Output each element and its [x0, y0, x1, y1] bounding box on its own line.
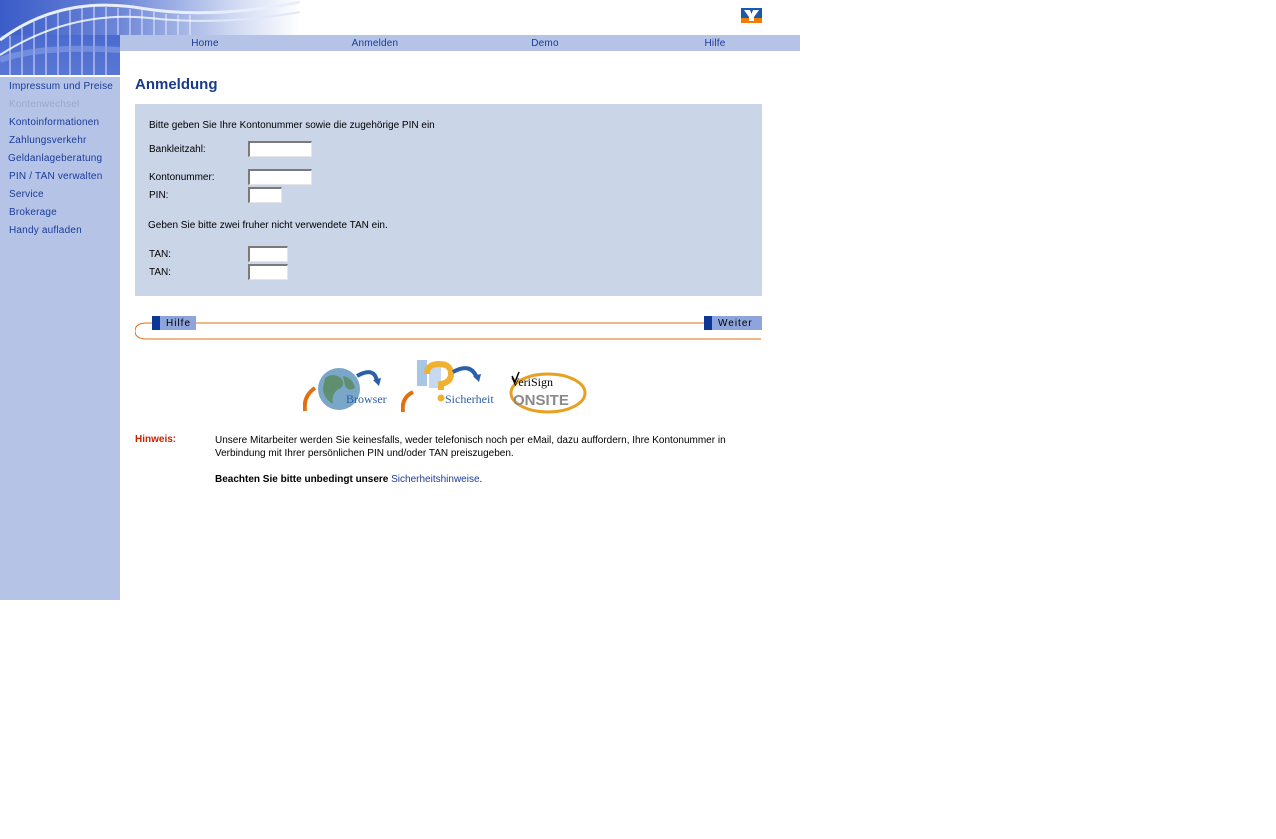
onsite-badge-text: ONSITE: [513, 392, 569, 409]
nav-demo[interactable]: Demo: [460, 38, 630, 49]
blz-input[interactable]: [248, 141, 312, 157]
tan1-input[interactable]: [248, 246, 288, 262]
verisign-badge[interactable]: VeriSign ONSITE: [508, 356, 588, 416]
hint-text: Unsere Mitarbeiter werden Sie keinesfall…: [215, 435, 726, 459]
hint-label: Hinweis:: [135, 434, 177, 445]
security-notice: Beachten Sie bitte unbedingt unsere Sich…: [215, 474, 482, 485]
security-notice-bold: Beachten Sie bitte unbedingt unsere: [215, 474, 389, 485]
sidebar-item-impressum[interactable]: Impressum und Preise: [9, 81, 113, 92]
help-button-label: Hilfe: [166, 317, 192, 329]
form-intro: Bitte geben Sie Ihre Kontonummer sowie d…: [149, 120, 435, 131]
konto-label: Kontonummer:: [149, 172, 215, 183]
login-form: Bitte geben Sie Ihre Kontonummer sowie d…: [135, 104, 762, 296]
help-button[interactable]: Hilfe: [152, 316, 196, 330]
sicherheit-badge-text: Sicherheit: [445, 392, 494, 406]
sidebar-item-brokerage[interactable]: Brokerage: [9, 207, 57, 218]
tan1-label: TAN:: [149, 249, 172, 260]
sicherheit-badge[interactable]: Sicherheit: [400, 356, 503, 416]
browser-badge[interactable]: Browser: [302, 356, 396, 416]
security-notice-suffix: .: [479, 474, 483, 485]
help-button-marker: [152, 316, 160, 330]
blz-label: Bankleitzahl:: [149, 144, 206, 155]
button-bar: Hilfe Weiter: [135, 314, 762, 340]
kontonummer-input[interactable]: [248, 169, 312, 185]
button-bar-frame: [135, 322, 761, 340]
top-navigation: Home Anmelden Demo Hilfe: [120, 35, 800, 51]
pin-label: PIN:: [149, 190, 169, 201]
sidebar: Impressum und Preise Kontenwechsel Konto…: [0, 77, 120, 600]
pin-input[interactable]: [248, 187, 282, 203]
nav-hilfe[interactable]: Hilfe: [630, 38, 800, 49]
sidebar-item-pin-tan[interactable]: PIN / TAN verwalten: [9, 171, 102, 182]
tan2-label: TAN:: [149, 267, 172, 278]
sidebar-item-geldanlageberatung[interactable]: Geldanlageberatung: [8, 153, 102, 164]
page-title: Anmeldung: [135, 76, 218, 93]
tan2-input[interactable]: [248, 264, 288, 280]
nav-anmelden[interactable]: Anmelden: [290, 38, 460, 49]
nav-home[interactable]: Home: [120, 38, 290, 49]
next-button-label: Weiter: [718, 317, 753, 329]
sidebar-item-kontenwechsel: Kontenwechsel: [9, 99, 80, 110]
sidebar-item-service[interactable]: Service: [9, 189, 44, 200]
sidebar-item-zahlungsverkehr[interactable]: Zahlungsverkehr: [9, 135, 86, 146]
next-button[interactable]: Weiter: [704, 316, 762, 330]
next-button-marker: [704, 316, 712, 330]
bank-logo-icon: [741, 8, 762, 23]
sidebar-item-handy-aufladen[interactable]: Handy aufladen: [9, 225, 82, 236]
browser-badge-text: Browser: [346, 392, 387, 406]
tan-intro: Geben Sie bitte zwei fruher nicht verwen…: [148, 220, 388, 231]
security-notice-link[interactable]: Sicherheitshinweise: [391, 474, 479, 485]
sidebar-item-kontoinformationen[interactable]: Kontoinformationen: [9, 117, 99, 128]
